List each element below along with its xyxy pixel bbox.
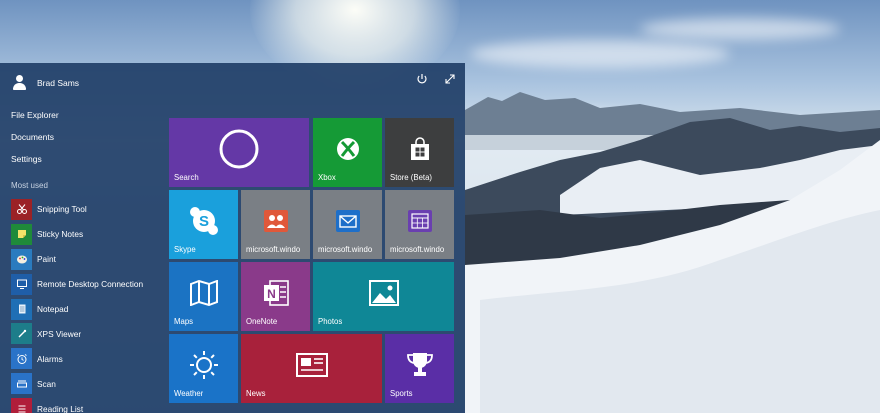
tile-label: Skype [174, 245, 196, 254]
tile-label: Xbox [318, 173, 336, 182]
app-snipping-tool[interactable]: Snipping Tool [11, 197, 143, 222]
app-label: Paint [37, 254, 56, 265]
newspaper-icon [295, 353, 328, 378]
calendar-icon [407, 210, 432, 233]
palette-icon [11, 248, 32, 270]
start-menu: Brad Sams File Explorer Documents Settin… [0, 63, 465, 413]
reading-list-icon [11, 398, 32, 413]
skype-icon: S [189, 207, 218, 236]
shopping-bag-icon [410, 137, 429, 161]
tile-label: Photos [318, 317, 343, 326]
tile-label: Maps [174, 317, 194, 326]
expand-icon [445, 74, 455, 84]
svg-text:N: N [267, 287, 276, 301]
tile-maps[interactable]: Maps [169, 262, 238, 331]
xbox-icon [336, 138, 359, 161]
user-account[interactable]: Brad Sams [12, 74, 79, 92]
app-label: Reading List [37, 403, 84, 413]
tile-label: microsoft.windo [318, 245, 373, 254]
app-label: Scan [37, 378, 56, 389]
alarm-icon [11, 348, 32, 370]
notepad-icon [11, 298, 32, 320]
app-notepad[interactable]: Notepad [11, 297, 143, 322]
app-reading-list[interactable]: Reading List [11, 396, 143, 413]
tile-label: microsoft.windo [246, 245, 301, 254]
tile-xbox[interactable]: Xbox [313, 118, 382, 187]
people-icon [263, 210, 288, 233]
tile-photos[interactable]: Photos [313, 262, 454, 331]
onenote-icon: N [263, 280, 289, 306]
tile-calendar[interactable]: microsoft.windo [385, 190, 454, 259]
tile-onenote[interactable]: N OneNote [241, 262, 310, 331]
tile-label: Sports [390, 389, 413, 398]
tile-label: Store (Beta) [390, 173, 433, 182]
app-label: Sticky Notes [37, 229, 84, 240]
tile-weather[interactable]: Weather [169, 334, 238, 403]
xps-icon [11, 323, 32, 345]
monitor-icon [11, 273, 32, 295]
tile-label: OneNote [246, 317, 278, 326]
tile-label: News [246, 389, 266, 398]
map-icon [189, 280, 218, 307]
tile-label: Search [174, 173, 199, 182]
sticky-note-icon [11, 223, 32, 245]
cortana-ring-icon [219, 129, 259, 169]
app-alarms[interactable]: Alarms [11, 346, 143, 371]
link-documents[interactable]: Documents [11, 132, 54, 142]
link-file-explorer[interactable]: File Explorer [11, 110, 59, 120]
app-paint[interactable]: Paint [11, 247, 143, 272]
app-scan[interactable]: Scan [11, 371, 143, 396]
tile-sports[interactable]: Sports [385, 334, 454, 403]
app-label: XPS Viewer [37, 328, 82, 339]
mail-icon [335, 210, 360, 233]
tile-skype[interactable]: S Skype [169, 190, 238, 259]
trophy-icon [406, 353, 433, 377]
app-label: Remote Desktop Connection [37, 279, 144, 290]
app-remote-desktop[interactable]: Remote Desktop Connection [11, 272, 143, 297]
user-name: Brad Sams [37, 78, 80, 88]
app-sticky-notes[interactable]: Sticky Notes [11, 222, 143, 247]
svg-text:S: S [198, 213, 208, 230]
scissors-icon [11, 198, 32, 220]
most-used-header: Most used [11, 181, 48, 190]
tile-label: Weather [174, 389, 204, 398]
tile-news[interactable]: News [241, 334, 382, 403]
expand-button[interactable] [442, 71, 458, 87]
tile-search[interactable]: Search [169, 118, 309, 187]
power-icon [417, 74, 427, 84]
tile-label: microsoft.windo [390, 245, 445, 254]
app-label: Notepad [37, 304, 69, 314]
power-button[interactable] [414, 71, 430, 87]
tile-store[interactable]: Store (Beta) [385, 118, 454, 187]
app-label: Alarms [37, 353, 63, 364]
scan-icon [11, 373, 32, 395]
tile-people[interactable]: microsoft.windo [241, 190, 310, 259]
most-used-list: Snipping Tool Sticky Notes Paint Remote … [11, 197, 143, 413]
photos-icon [368, 280, 399, 307]
link-settings[interactable]: Settings [11, 154, 42, 164]
tile-mail[interactable]: microsoft.windo [313, 190, 382, 259]
sun-icon [189, 351, 218, 380]
user-icon [12, 75, 27, 91]
app-xps-viewer[interactable]: XPS Viewer [11, 321, 143, 346]
app-label: Snipping Tool [37, 204, 87, 215]
